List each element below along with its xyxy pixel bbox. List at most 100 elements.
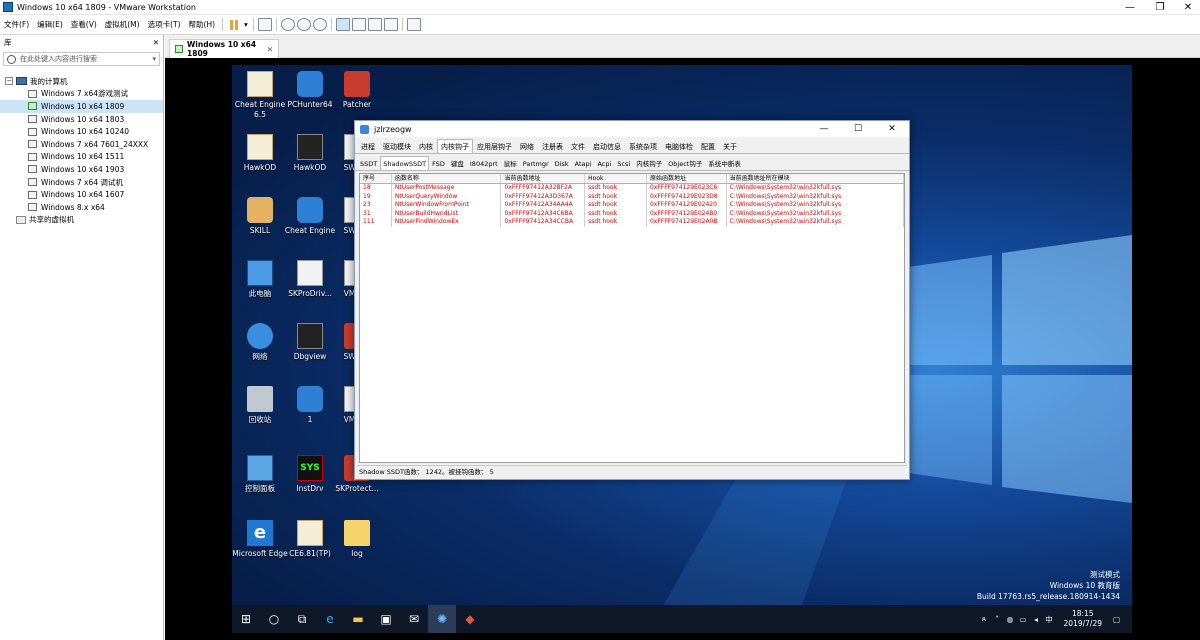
explorer-icon[interactable]: ▬ (344, 605, 372, 633)
tray-clock[interactable]: 18:15 2019/7/29 (1064, 609, 1102, 629)
menu-tabs[interactable]: 选项卡(T) (144, 19, 185, 30)
tree-shared-vms[interactable]: 共享的虚拟机 (0, 214, 163, 227)
unity-icon[interactable] (383, 18, 398, 31)
desktop-icon[interactable]: log (329, 520, 385, 559)
tree-vm-item[interactable]: Windows 7 x64游戏测试 (0, 88, 163, 101)
desktop-icon[interactable]: Patcher (329, 71, 385, 110)
tab-item[interactable]: 网络 (516, 139, 538, 153)
vm-console[interactable]: Cheat Engine 6.5 PCHunter64 Patcher HawkOD H… (165, 58, 1200, 640)
tab-windows-10-x64-1809[interactable]: Windows 10 x64 1809 ✕ (169, 39, 279, 58)
tab-item[interactable]: Object钩子 (665, 156, 705, 170)
tab-item[interactable]: 关于 (719, 139, 741, 153)
table-row[interactable]: 18 NtUserPostMessage 0xFFFF97412A32BF2A ssd… (360, 184, 904, 193)
volume-icon[interactable]: ◂ (1031, 615, 1042, 624)
desktop-icon[interactable]: 此电脑 (232, 260, 288, 299)
tool-minimize-button[interactable]: — (807, 124, 841, 134)
tab-item[interactable]: FSD (429, 156, 448, 170)
tab-item[interactable]: 配置 (697, 139, 719, 153)
collapse-icon[interactable]: − (5, 77, 13, 86)
tab-item[interactable]: 鼠标 (501, 156, 520, 170)
tab-item[interactable]: 内核钩子 (437, 139, 473, 153)
action-center-icon[interactable]: ▢ (1111, 615, 1122, 624)
tree-vm-item[interactable]: Windows 10 x64 1803 (0, 113, 163, 126)
tab-item[interactable]: I8042prt (467, 156, 501, 170)
ime-indicator[interactable]: 中 (1044, 614, 1055, 625)
column-header[interactable]: 函数名称 (392, 174, 502, 183)
snapshot-icon[interactable] (280, 18, 295, 31)
snapshot-manager-icon[interactable] (312, 18, 327, 31)
tree-vm-item[interactable]: Windows 10 x64 1607 (0, 188, 163, 201)
table-row[interactable]: 111 NtUserFindWindowEx 0xFFFF97412A34CCBA s… (360, 218, 904, 227)
tab-close-icon[interactable]: ✕ (267, 45, 273, 54)
store-icon[interactable]: ▣ (372, 605, 400, 633)
table-row[interactable]: 23 NtUserWindowFromPoint 0xFFFF97412A34AA4… (360, 201, 904, 210)
start-icon[interactable]: ⊞ (232, 605, 260, 633)
send-keys-icon[interactable] (257, 18, 272, 31)
menu-file[interactable]: 文件(F) (0, 19, 33, 30)
task-view-icon[interactable]: ⧉ (288, 605, 316, 633)
tab-item[interactable]: Partmgr (520, 156, 552, 170)
desktop-icon[interactable]: 网络 (232, 323, 288, 362)
tree-vm-item[interactable]: Windows 10 x64 10240 (0, 125, 163, 138)
people-icon[interactable]: ጰ (979, 614, 990, 624)
desktop-icon[interactable]: SKILL (232, 197, 288, 236)
desktop-icon[interactable]: e Microsoft Edge (232, 520, 288, 559)
tab-item[interactable]: ShadowSSDT (380, 156, 430, 170)
tree-vm-item[interactable]: Windows 7 x64 调试机 (0, 176, 163, 189)
tab-item[interactable]: 进程 (357, 139, 379, 153)
column-header[interactable]: 当前函数地址 (501, 174, 586, 183)
cortana-icon[interactable]: ○ (260, 605, 288, 633)
console-view-icon[interactable] (406, 18, 421, 31)
tab-item[interactable]: SSDT (357, 156, 380, 170)
tree-vm-item[interactable]: Windows 8.x x64 (0, 201, 163, 214)
desktop-icon[interactable]: 回收站 (232, 386, 288, 425)
tool-close-button[interactable]: ✕ (875, 124, 909, 134)
tab-item[interactable]: 电脑体检 (661, 139, 697, 153)
desktop-icon[interactable]: HawkOD (232, 134, 288, 173)
chevron-down-icon[interactable]: ▾ (152, 55, 156, 63)
revert-snapshot-icon[interactable] (296, 18, 311, 31)
network-icon[interactable]: ▭ (1018, 615, 1029, 624)
desktop-icon[interactable]: 控制面板 (232, 455, 288, 494)
patcher-taskbar-icon[interactable]: ◆ (456, 605, 484, 633)
column-header[interactable]: 序号 (360, 174, 392, 183)
tab-item[interactable]: Scsi (614, 156, 633, 170)
column-header[interactable]: Hook (585, 174, 647, 183)
tree-vm-item[interactable]: Windows 7 x64 7601_24XXX (0, 138, 163, 151)
fullscreen-icon[interactable] (367, 18, 382, 31)
chevron-down-icon[interactable]: ▾ (242, 20, 250, 29)
tree-root-my-computer[interactable]: − 我的计算机 (0, 75, 163, 88)
tree-vm-item[interactable]: Windows 10 x64 1903 (0, 163, 163, 176)
tab-item[interactable]: 内核钩子 (633, 156, 665, 170)
edge-icon[interactable]: e (316, 605, 344, 633)
menu-view[interactable]: 查看(V) (67, 19, 101, 30)
tool-maximize-button[interactable]: ☐ (841, 124, 875, 134)
tab-item[interactable]: 驱动模块 (379, 139, 415, 153)
column-header[interactable]: 当前函数地址所在模块 (727, 174, 904, 183)
tray-app-icon[interactable]: ◍ (1005, 615, 1016, 624)
menu-vm[interactable]: 虚拟机(M) (101, 19, 144, 30)
tab-item[interactable]: 内核 (415, 139, 437, 153)
table-row[interactable]: 19 NtUserQueryWindow 0xFFFF97412A3D367A ssd… (360, 192, 904, 202)
library-search-input[interactable]: 在此处键入内容进行搜索 ▾ (3, 52, 160, 66)
close-button[interactable]: ✕ (1168, 0, 1200, 15)
library-close-icon[interactable]: ✕ (153, 38, 159, 47)
column-header[interactable]: 原始函数地址 (647, 174, 727, 183)
pchunter-taskbar-icon[interactable]: ✺ (428, 605, 456, 633)
menu-edit[interactable]: 编辑(E) (33, 19, 67, 30)
tab-item[interactable]: Disk (552, 156, 572, 170)
tree-vm-item[interactable]: Windows 10 x64 1511 (0, 151, 163, 164)
thumbnail-bar-icon[interactable] (351, 18, 366, 31)
pause-icon[interactable] (227, 18, 241, 31)
tab-item[interactable]: 文件 (567, 139, 589, 153)
tray-chevron-icon[interactable]: ˄ (992, 615, 1003, 624)
menu-help[interactable]: 帮助(H) (185, 19, 220, 30)
tab-item[interactable]: 键盘 (448, 156, 467, 170)
tab-item[interactable]: 注册表 (538, 139, 567, 153)
tab-item[interactable]: 系统杂项 (625, 139, 661, 153)
tab-item[interactable]: Acpi (594, 156, 614, 170)
tab-item[interactable]: Atapi (572, 156, 595, 170)
tab-item[interactable]: 应用层钩子 (473, 139, 516, 153)
table-row[interactable]: 31 NtUserBuildHwndList 0xFFFF97412A34C6BA s… (360, 209, 904, 219)
desktop-icon[interactable]: Cheat Engine 6.5 (232, 71, 288, 120)
